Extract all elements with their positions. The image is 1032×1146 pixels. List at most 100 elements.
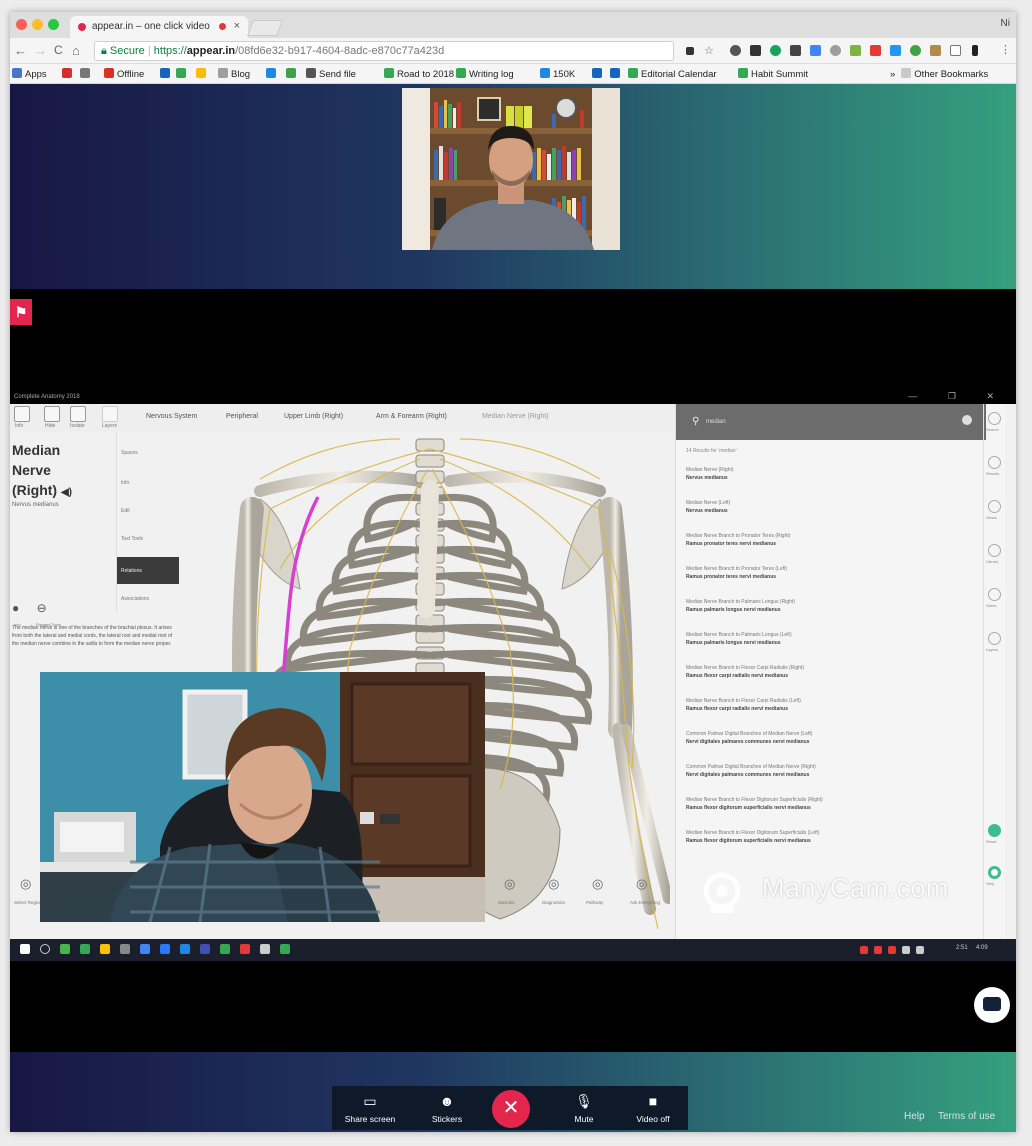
system-tray-icon[interactable] <box>902 946 910 954</box>
extension-icon-6[interactable] <box>830 45 841 56</box>
bookmark-item[interactable]: Writing log <box>456 68 514 80</box>
bookmark-item[interactable] <box>610 68 623 80</box>
menu-item[interactable]: Spaces <box>121 450 138 456</box>
search-result-item[interactable]: Median Nerve Branch to Flexor Carpi Radi… <box>686 697 896 713</box>
search-result-item[interactable]: Median Nerve Branch to Flexor Digitorum … <box>686 829 896 845</box>
extension-icon-3[interactable] <box>770 45 781 56</box>
bookmark-item[interactable] <box>286 68 299 80</box>
extension-icon-13[interactable] <box>972 45 978 56</box>
extension-icon-2[interactable] <box>750 45 761 56</box>
menu-item[interactable]: Text Tools <box>121 536 143 542</box>
video-off-button[interactable]: ■ Video off <box>618 1086 688 1130</box>
bookmark-item[interactable]: Offline <box>104 68 144 80</box>
taskbar-app-icon[interactable] <box>200 944 210 954</box>
taskbar-app-icon[interactable] <box>280 944 290 954</box>
taskbar-app-icon[interactable] <box>100 944 110 954</box>
rail-tool-icon[interactable] <box>988 544 1001 557</box>
bottom-tool-icon[interactable]: ◎ <box>20 876 31 892</box>
bookmark-star-icon[interactable]: ☆ <box>704 44 714 57</box>
bookmark-item[interactable] <box>160 68 173 80</box>
maximize-window-button[interactable] <box>48 19 59 30</box>
back-button[interactable]: ← <box>14 43 27 58</box>
menu-item[interactable]: Associations <box>121 596 149 602</box>
bookmark-item[interactable]: Habit Summit <box>738 68 808 80</box>
tab-appear-in[interactable]: appear.in – one click video × <box>70 16 248 38</box>
bookmark-item[interactable] <box>266 68 279 80</box>
layers-tool-icon[interactable] <box>102 406 118 422</box>
system-tray-icon[interactable] <box>860 946 868 954</box>
bookmark-item[interactable]: Editorial Calendar <box>628 68 717 80</box>
info-circle-icon[interactable]: ● <box>12 601 19 615</box>
stickers-button[interactable]: ☻ Stickers <box>412 1086 482 1130</box>
extension-icon-4[interactable] <box>790 45 801 56</box>
vertebra[interactable] <box>415 630 445 644</box>
search-result-item[interactable]: Median Nerve Branch to Flexor Carpi Radi… <box>686 664 896 680</box>
more-bookmarks-chevron-icon[interactable]: » <box>890 69 895 80</box>
taskbar-app-icon[interactable] <box>60 944 70 954</box>
extension-icon-9[interactable] <box>890 45 901 56</box>
bottom-tool-icon[interactable]: ◎ <box>504 876 515 892</box>
terms-of-use-link[interactable]: Terms of use <box>938 1111 995 1122</box>
breadcrumb-item[interactable]: Nervous System <box>146 413 197 420</box>
camera-extension-icon[interactable] <box>686 47 694 55</box>
rail-tool-icon[interactable] <box>988 456 1001 469</box>
reload-button[interactable]: C <box>54 43 63 57</box>
breadcrumb-item[interactable]: Peripheral <box>226 413 258 420</box>
system-tray-icon[interactable] <box>916 946 924 954</box>
bookmark-item[interactable] <box>592 68 605 80</box>
extension-icon-12[interactable] <box>950 45 961 56</box>
bookmark-item[interactable]: Blog <box>218 68 250 80</box>
search-result-item[interactable]: Median Nerve Branch to Flexor Digitorum … <box>686 796 896 812</box>
info-tool-icon[interactable] <box>14 406 30 422</box>
extension-icon-7[interactable] <box>850 45 861 56</box>
search-result-item[interactable]: Median Nerve Branch to Palmaris Longus (… <box>686 598 896 614</box>
close-window-button[interactable] <box>16 19 27 30</box>
extension-icon-5[interactable] <box>810 45 821 56</box>
new-tab-button[interactable] <box>247 20 283 36</box>
search-result-item[interactable]: Median Nerve Branch to Pronator Teres (L… <box>686 565 896 581</box>
rail-tool-icon[interactable] <box>988 824 1001 837</box>
mute-button[interactable]: 🎙 Mute <box>554 1086 614 1130</box>
rail-tool-icon[interactable] <box>988 588 1001 601</box>
chat-button[interactable] <box>974 987 1010 1023</box>
rail-tool-icon[interactable] <box>988 412 1001 425</box>
breadcrumb-item[interactable]: Arm & Forearm (Right) <box>376 413 447 420</box>
home-button[interactable]: ⌂ <box>72 43 80 58</box>
taskbar-app-icon[interactable] <box>180 944 190 954</box>
extension-icon-8[interactable] <box>870 45 881 56</box>
extension-icon-11[interactable] <box>930 45 941 56</box>
forward-button[interactable]: → <box>34 43 47 58</box>
help-link[interactable]: Help <box>904 1111 925 1122</box>
bookmark-item[interactable]: Send file <box>306 68 356 80</box>
minimize-window-button[interactable] <box>32 19 43 30</box>
search-result-item[interactable]: Common Palmar Digital Branches of Median… <box>686 730 896 746</box>
bookmark-item[interactable] <box>62 68 75 80</box>
profile-button[interactable]: Ni <box>1001 18 1010 29</box>
rail-tool-icon[interactable] <box>988 500 1001 513</box>
self-view-video[interactable] <box>40 672 485 922</box>
extension-icon-10[interactable] <box>910 45 921 56</box>
search-result-item[interactable]: Median Nerve Branch to Palmaris Longus (… <box>686 631 896 647</box>
breadcrumb-item[interactable]: Upper Limb (Right) <box>284 413 343 420</box>
other-bookmarks-folder[interactable]: » Other Bookmarks <box>890 68 988 80</box>
bottom-tool-icon[interactable]: ◎ <box>636 876 647 892</box>
isolate-tool-icon[interactable] <box>70 406 86 422</box>
breadcrumb-item[interactable]: Median Nerve (Right) <box>482 413 549 420</box>
bookmark-item[interactable]: 150K <box>540 68 575 80</box>
remote-participant-video[interactable] <box>402 88 620 250</box>
bookmark-item[interactable] <box>196 68 209 80</box>
taskbar-app-icon[interactable] <box>40 944 50 954</box>
search-box[interactable]: ⚲ median <box>676 404 986 440</box>
menu-item[interactable]: Edit <box>121 508 130 514</box>
rail-tool-icon[interactable] <box>988 866 1001 879</box>
flag-tools-icon[interactable]: ⊖ <box>37 601 47 615</box>
hide-tool-icon[interactable] <box>44 406 60 422</box>
search-result-item[interactable]: Median Nerve Branch to Pronator Teres (R… <box>686 532 896 548</box>
audio-pronunciation-icon[interactable]: ◀) <box>61 487 72 498</box>
bookmark-item[interactable] <box>176 68 189 80</box>
search-result-item[interactable]: Median Nerve (Right) Nervus medianus <box>686 466 896 482</box>
taskbar-app-icon[interactable] <box>140 944 150 954</box>
clear-search-icon[interactable] <box>962 415 972 425</box>
bookmark-item[interactable]: Road to 2018 <box>384 68 454 80</box>
bottom-tool-icon[interactable]: ◎ <box>592 876 603 892</box>
